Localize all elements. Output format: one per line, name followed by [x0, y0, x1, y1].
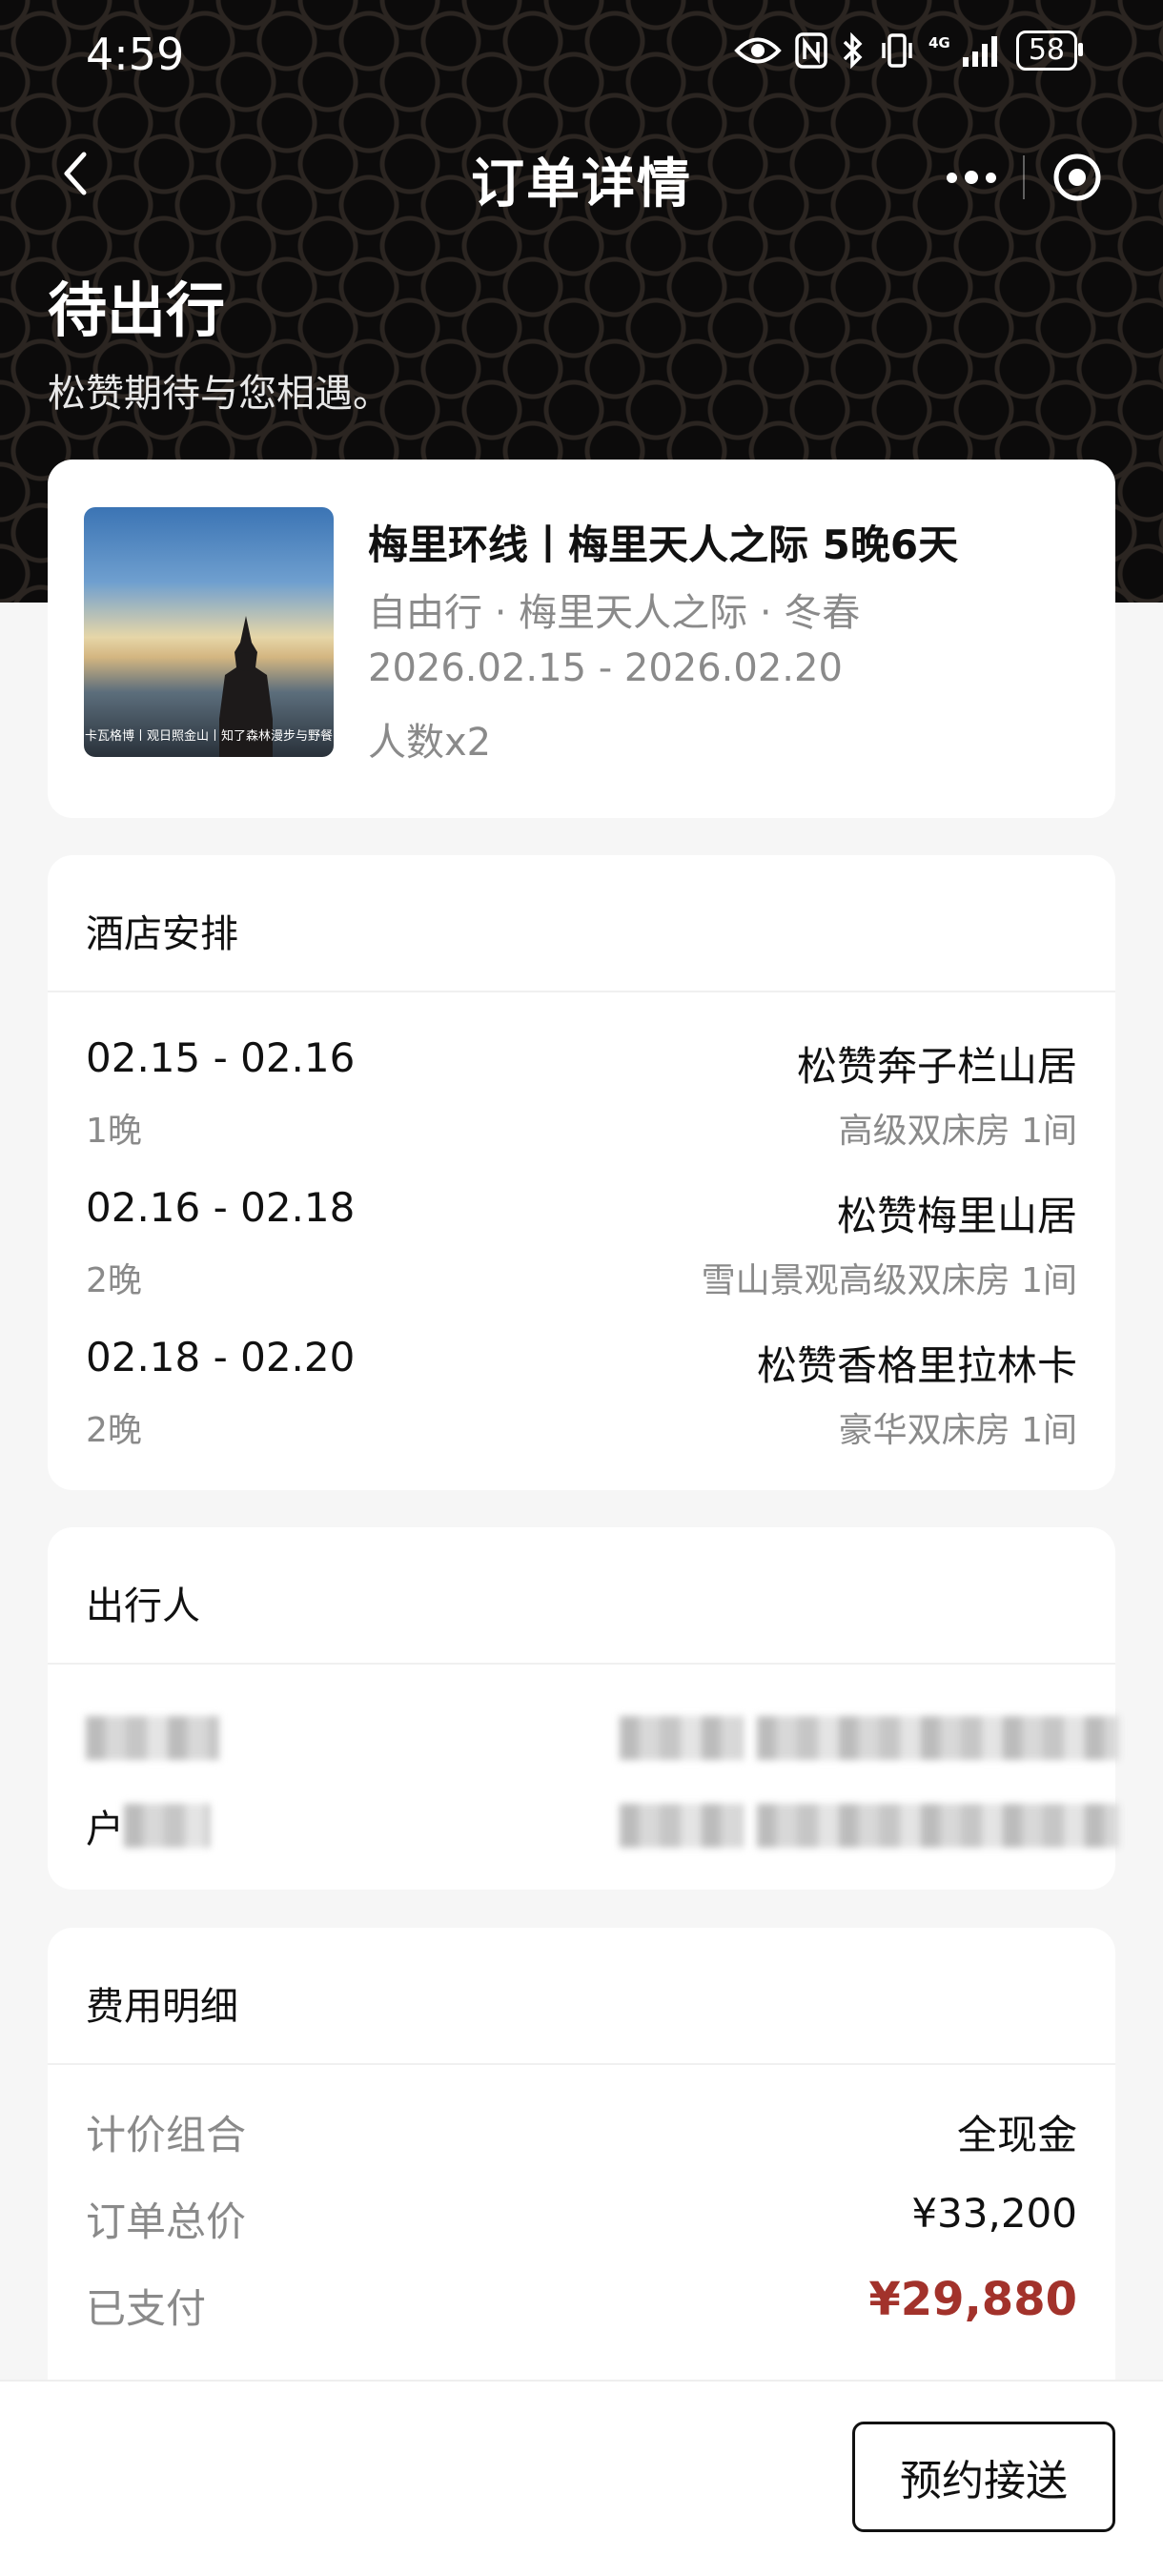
hotel-room: 高级双床房 1间	[838, 1112, 1077, 1151]
mini-program-capsule	[919, 141, 1129, 214]
section-title-travelers: 出行人	[86, 1584, 200, 1628]
signal-icon: 4G	[928, 31, 1003, 70]
hotel-nights: 2晚	[86, 1411, 142, 1450]
hotel-nights: 2晚	[86, 1261, 142, 1300]
fee-label: 已支付	[86, 2285, 207, 2332]
hotel-dates: 02.16 - 02.18	[86, 1184, 356, 1231]
product-title: 梅里环线丨梅里天人之际 5晚6天	[368, 521, 959, 568]
product-dates: 2026.02.15 - 2026.02.20	[368, 646, 843, 690]
divider	[48, 991, 1115, 992]
hotel-nights: 1晚	[86, 1112, 142, 1151]
paid-amount: ¥29,880	[868, 2273, 1077, 2326]
hotel-room: 豪华双床房 1间	[838, 1411, 1077, 1450]
fee-row: 订单总价 ¥33,200	[86, 2190, 1077, 2247]
hotel-name: 松赞香格里拉林卡	[756, 1342, 1077, 1389]
hotel-row: 02.15 - 02.16 1晚 松赞奔子栏山居 高级双床房 1间	[86, 1034, 1077, 1177]
redacted-id-number	[757, 1804, 1119, 1848]
traveler-name: 户	[86, 1808, 124, 1851]
fee-label: 计价组合	[86, 2112, 247, 2158]
battery-indicator: 58	[1015, 31, 1084, 71]
eye-icon	[734, 31, 782, 70]
divider	[48, 1663, 1115, 1665]
redacted-id-type	[620, 1716, 744, 1760]
product-meta: 自由行 · 梅里天人之际 · 冬春	[368, 591, 861, 635]
more-icon	[946, 171, 996, 184]
redacted-id-number	[757, 1716, 1119, 1760]
traveler-row: 户	[86, 1798, 1119, 1855]
redacted-name	[124, 1804, 210, 1848]
fee-row: 已支付 ¥29,880	[86, 2273, 1077, 2334]
more-button[interactable]	[919, 171, 1023, 184]
order-status-title: 待出行	[48, 276, 226, 345]
fee-details-card: 费用明细 计价组合 全现金 订单总价 ¥33,200 已支付 ¥29,880	[48, 1928, 1115, 2404]
product-card[interactable]: 卡瓦格博丨观日照金山丨知了森林漫步与野餐 梅里环线丨梅里天人之际 5晚6天 自由…	[48, 460, 1115, 818]
fee-label: 订单总价	[86, 2198, 247, 2245]
travelers-card: 出行人 户	[48, 1527, 1119, 1890]
target-icon	[1053, 153, 1100, 201]
product-image: 卡瓦格博丨观日照金山丨知了森林漫步与野餐	[84, 507, 334, 757]
hotel-room: 雪山景观高级双床房 1间	[701, 1261, 1077, 1300]
traveler-row	[86, 1710, 1119, 1768]
divider	[48, 2063, 1115, 2065]
network-type: 4G	[928, 34, 950, 51]
status-bar: 4:59 4G 58	[0, 0, 1163, 114]
order-status-subtitle: 松赞期待与您相遇。	[48, 372, 391, 416]
hotel-row: 02.18 - 02.20 2晚 松赞香格里拉林卡 豪华双床房 1间	[86, 1334, 1077, 1477]
fee-value: ¥33,200	[911, 2190, 1077, 2237]
nav-bar: 订单详情	[0, 133, 1163, 219]
hotel-dates: 02.18 - 02.20	[86, 1334, 356, 1380]
vibrate-icon	[879, 31, 915, 70]
bottom-action-bar: 预约接送	[0, 2380, 1163, 2576]
section-title-fees: 费用明细	[86, 1985, 238, 2029]
nfc-icon	[795, 31, 827, 70]
hotel-row: 02.16 - 02.18 2晚 松赞梅里山居 雪山景观高级双床房 1间	[86, 1184, 1077, 1327]
redacted-name	[86, 1716, 219, 1760]
fee-value: 全现金	[956, 2112, 1077, 2158]
bluetooth-icon	[841, 31, 866, 70]
status-icons: 4G 58	[734, 31, 1084, 71]
section-title-hotels: 酒店安排	[86, 912, 238, 956]
hotel-arrangement-card: 酒店安排 02.15 - 02.16 1晚 松赞奔子栏山居 高级双床房 1间 0…	[48, 855, 1115, 1490]
book-pickup-button[interactable]: 预约接送	[852, 2422, 1115, 2532]
status-time: 4:59	[86, 29, 185, 80]
hotel-name: 松赞梅里山居	[836, 1193, 1077, 1239]
hotel-dates: 02.15 - 02.16	[86, 1034, 356, 1081]
product-image-caption: 卡瓦格博丨观日照金山丨知了森林漫步与野餐	[84, 729, 333, 744]
hotel-name: 松赞奔子栏山居	[796, 1043, 1077, 1090]
fee-row: 计价组合 全现金	[86, 2103, 1077, 2160]
close-mini-program-button[interactable]	[1025, 152, 1129, 203]
product-people: 人数x2	[368, 721, 492, 765]
redacted-id-type	[620, 1804, 744, 1848]
